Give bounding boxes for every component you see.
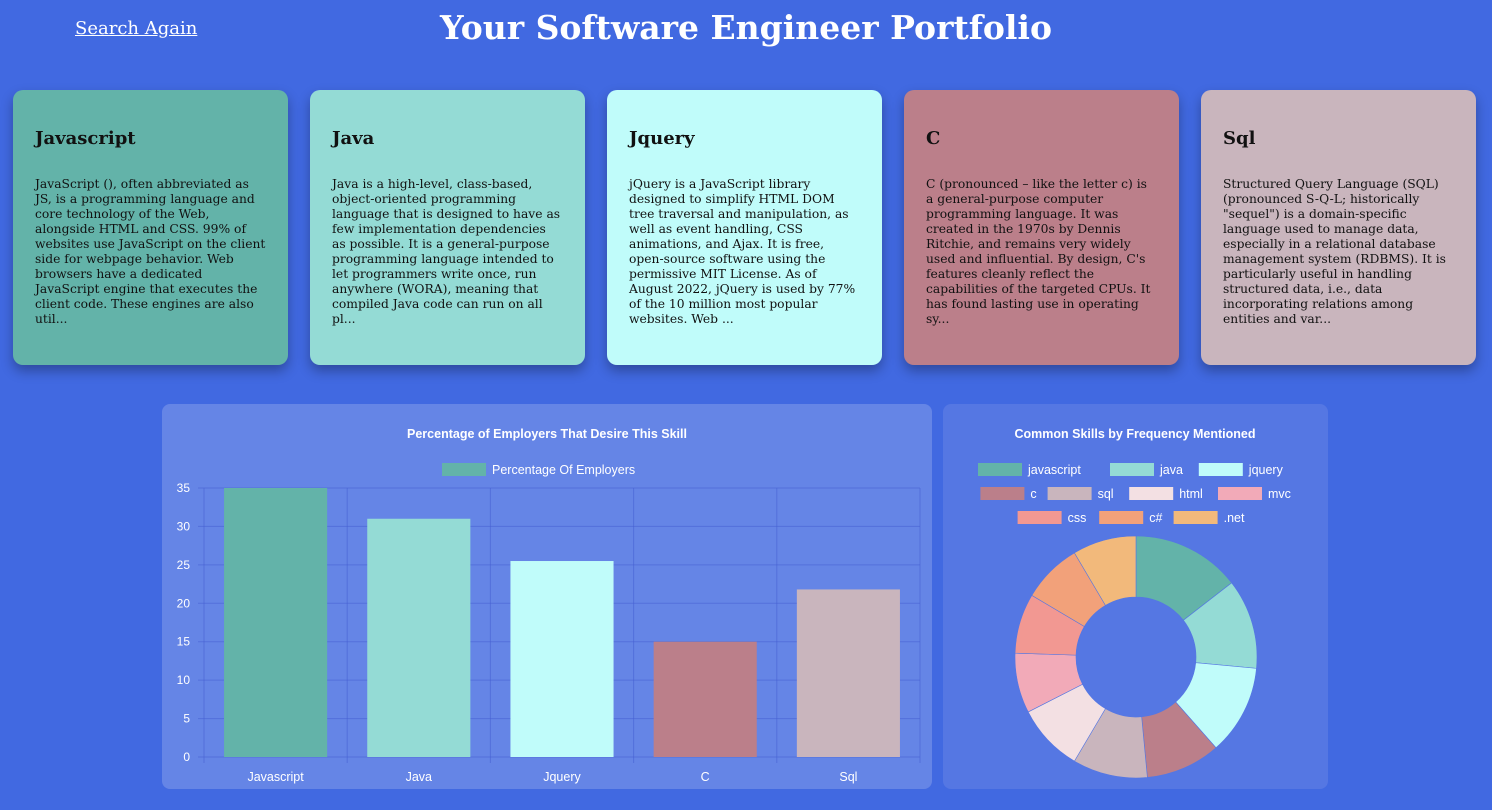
bar [653, 641, 757, 757]
card-title: Sql [1223, 128, 1256, 149]
legend-label: c# [1149, 511, 1162, 525]
card-title: Javascript [35, 128, 136, 149]
bar [367, 518, 471, 757]
y-tick-label: 5 [183, 712, 190, 726]
y-tick-label: 0 [183, 750, 190, 764]
legend-label: jquery [1248, 463, 1284, 477]
legend-label: .net [1224, 511, 1245, 525]
bar [510, 561, 614, 757]
legend-swatch [1110, 463, 1154, 476]
legend-label: java [1159, 463, 1183, 477]
y-tick-label: 30 [177, 519, 191, 533]
card-description: C (pronounced – like the letter c) is a … [926, 177, 1151, 326]
legend-swatch [1047, 487, 1092, 500]
x-tick-label: Java [406, 770, 432, 784]
card-description: Structured Query Language (SQL) (pronoun… [1223, 177, 1446, 326]
x-tick-label: Jquery [543, 770, 581, 784]
legend-swatch [442, 463, 486, 476]
chart-title: Common Skills by Frequency Mentioned [1014, 427, 1255, 441]
skill-card-jquery[interactable]: Jquery jQuery is a JavaScript library de… [607, 90, 882, 365]
y-tick-label: 20 [177, 596, 191, 610]
legend-swatch [1173, 511, 1218, 524]
legend-label: Percentage Of Employers [492, 463, 635, 477]
legend-label: mvc [1268, 487, 1291, 501]
y-tick-label: 10 [177, 673, 191, 687]
legend-swatch [1129, 487, 1174, 500]
bar-chart-panel: Percentage of Employers That Desire This… [162, 404, 932, 789]
x-tick-label: C [701, 770, 710, 784]
skill-card-sql[interactable]: Sql Structured Query Language (SQL) (pro… [1201, 90, 1476, 365]
legend-label: sql [1098, 487, 1114, 501]
legend-swatch [1099, 511, 1144, 524]
legend-swatch [1017, 511, 1062, 524]
legend-label: css [1068, 511, 1087, 525]
x-tick-label: Javascript [247, 770, 304, 784]
card-description: Java is a high-level, class-based, objec… [332, 177, 561, 326]
bar [796, 589, 900, 757]
page-title: Your Software Engineer Portfolio [440, 8, 1052, 47]
donut-chart: Common Skills by Frequency Mentioned java… [978, 427, 1291, 779]
legend-label: c [1030, 487, 1036, 501]
y-tick-label: 25 [177, 558, 191, 572]
donut-chart-panel: Common Skills by Frequency Mentioned java… [943, 404, 1328, 789]
x-tick-label: Sql [839, 770, 857, 784]
chart-title: Percentage of Employers That Desire This… [407, 427, 687, 441]
legend-label: html [1179, 487, 1203, 501]
bar-chart: Percentage of Employers That Desire This… [177, 427, 921, 784]
skill-card-java[interactable]: Java Java is a high-level, class-based, … [310, 90, 585, 365]
card-title: C [926, 128, 941, 149]
skill-card-c[interactable]: C C (pronounced – like the letter c) is … [904, 90, 1179, 365]
card-title: Java [332, 128, 375, 149]
legend-swatch [1218, 487, 1262, 500]
bar [224, 488, 328, 757]
legend-swatch [978, 463, 1022, 476]
legend-label: javascript [1027, 463, 1081, 477]
legend-swatch [1198, 463, 1243, 476]
legend-swatch [980, 487, 1025, 500]
card-description: jQuery is a JavaScript library designed … [629, 177, 856, 326]
card-description: JavaScript (), often abbreviated as JS, … [35, 177, 266, 326]
card-title: Jquery [629, 128, 695, 149]
y-tick-label: 15 [177, 635, 191, 649]
skill-card-javascript[interactable]: Javascript JavaScript (), often abbrevia… [13, 90, 288, 365]
y-tick-label: 35 [177, 481, 191, 495]
